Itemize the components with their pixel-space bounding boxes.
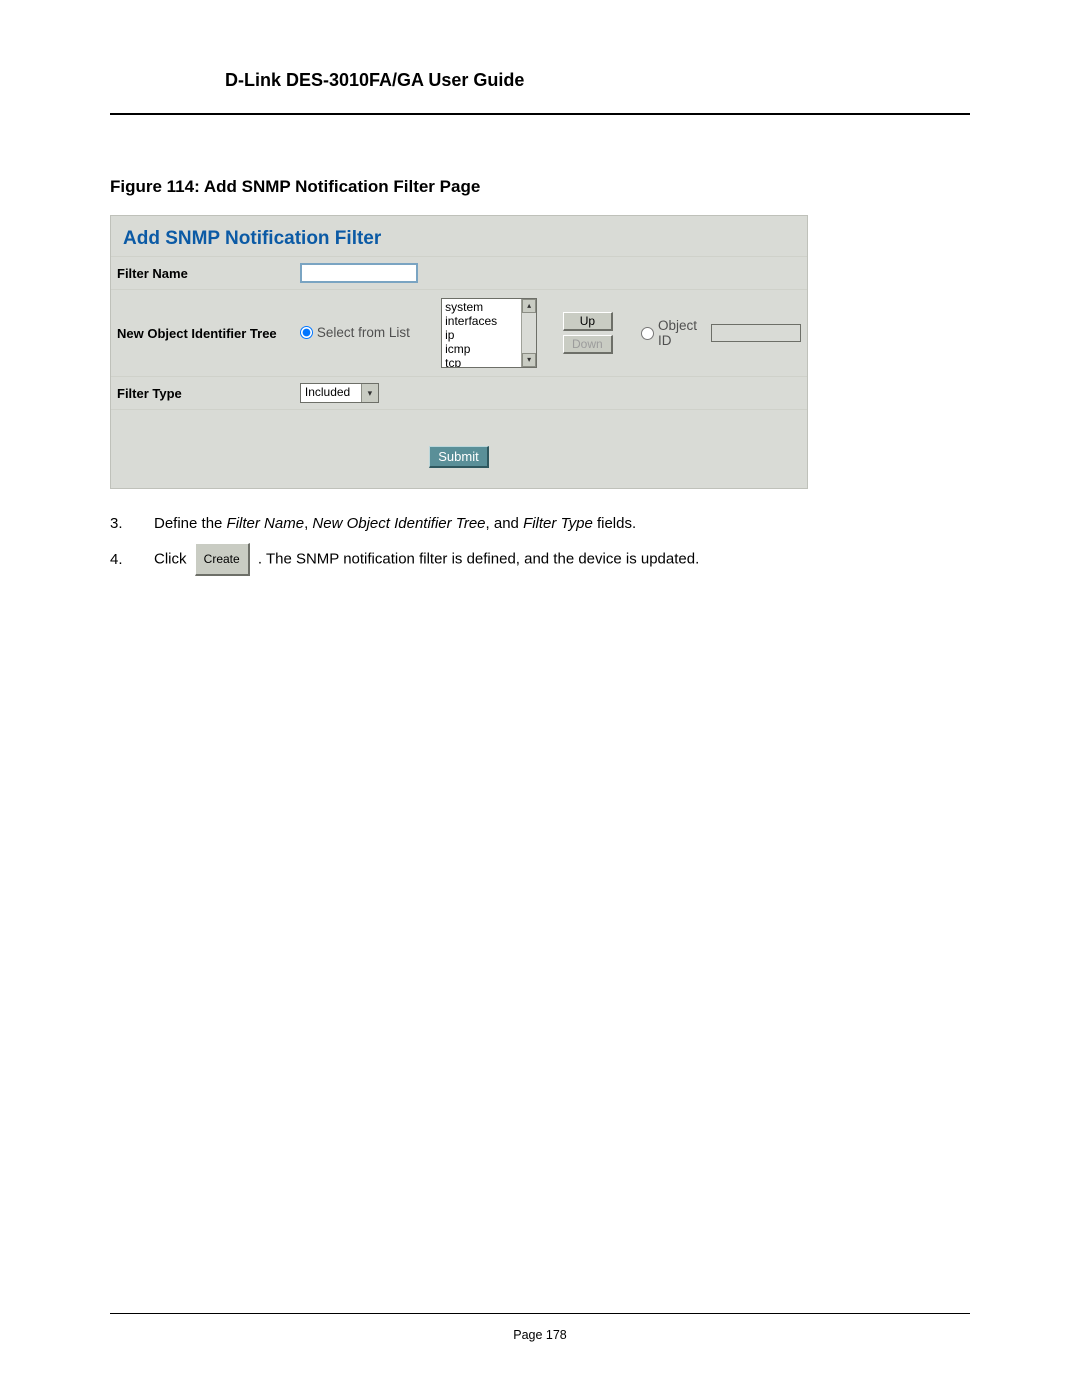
doc-header-title: D-Link DES-3010FA/GA User Guide [110,70,970,113]
list-item[interactable]: tcp [445,356,497,368]
radio-select-from-list-wrap: Select from List [300,325,410,340]
header-divider [110,113,970,115]
row-new-oid-tree: New Object Identifier Tree Select from L… [111,290,807,377]
filter-type-select[interactable]: Included ▾ [300,383,379,403]
page-footer: Page 178 [0,1313,1080,1342]
row-filter-type: Filter Type Included ▾ [111,377,807,410]
scroll-down-icon[interactable]: ▾ [522,353,536,367]
submit-button[interactable]: Submit [429,446,488,468]
instruction-step-3: 3. Define the Filter Name, New Object Id… [110,511,970,537]
radio-object-id-label: Object ID [658,318,707,348]
list-item[interactable]: interfaces [445,314,497,328]
row-filter-name: Filter Name [111,257,807,290]
step-number: 4. [110,547,154,573]
filter-form-table: Filter Name New Object Identifier Tree S… [111,256,807,410]
label-filter-type: Filter Type [111,377,294,410]
filter-type-value: Included [301,384,361,402]
create-button[interactable]: Create [195,543,250,576]
snmp-filter-panel: Add SNMP Notification Filter Filter Name… [110,215,808,489]
panel-title: Add SNMP Notification Filter [111,216,807,256]
dropdown-arrow-icon: ▾ [361,384,378,402]
radio-select-from-list[interactable] [300,326,313,339]
radio-object-id-wrap: Object ID [641,318,707,348]
step-number: 3. [110,511,154,537]
step-text: Define the Filter Name, New Object Ident… [154,511,636,537]
down-button[interactable]: Down [563,335,613,354]
label-new-oid-tree: New Object Identifier Tree [111,290,294,377]
oid-listbox[interactable]: system interfaces ip icmp tcp ▴ ▾ [441,298,537,368]
radio-select-from-list-label: Select from List [317,325,410,340]
label-filter-name: Filter Name [111,257,294,290]
page-number: Page 178 [513,1328,567,1342]
list-item[interactable]: ip [445,328,497,342]
radio-object-id[interactable] [641,327,654,340]
filter-name-input[interactable] [300,263,418,283]
step-text: Click Create . The SNMP notification fil… [154,543,699,576]
footer-divider [110,1313,970,1314]
figure-caption: Figure 114: Add SNMP Notification Filter… [110,177,970,197]
listbox-scrollbar[interactable]: ▴ ▾ [521,299,536,367]
up-button[interactable]: Up [563,312,613,331]
instruction-list: 3. Define the Filter Name, New Object Id… [110,511,970,576]
instruction-step-4: 4. Click Create . The SNMP notification … [110,543,970,576]
list-item[interactable]: system [445,300,497,314]
object-id-input[interactable] [711,324,801,342]
scroll-up-icon[interactable]: ▴ [522,299,536,313]
list-item[interactable]: icmp [445,342,497,356]
